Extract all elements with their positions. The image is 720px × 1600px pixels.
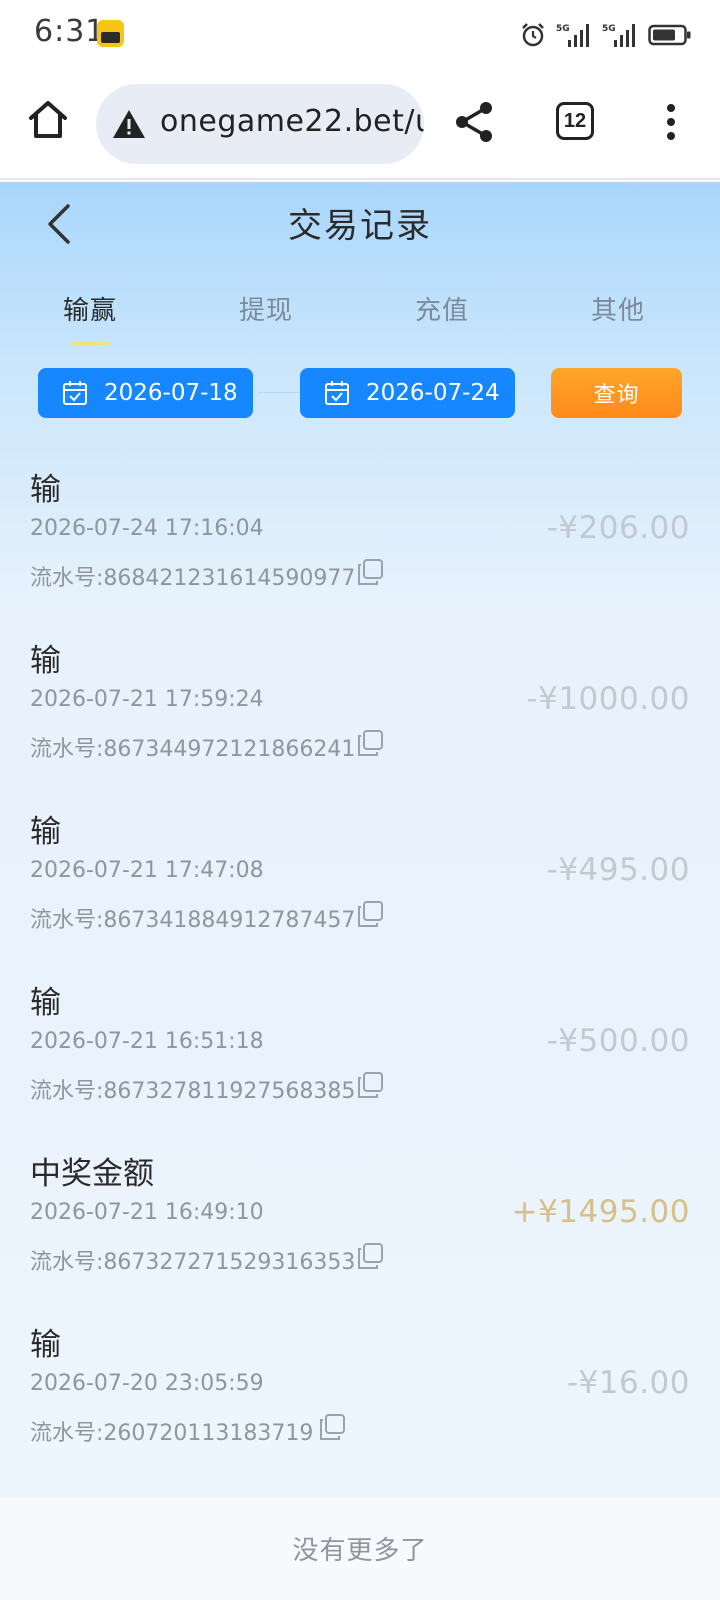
address-bar[interactable]: onegame22.bet/u	[96, 84, 424, 164]
transaction-page: 交易记录 输赢 提现 充值 其他 2026-07-18 2026-07-24 查…	[0, 182, 720, 1600]
record-type: 输	[30, 1327, 61, 1363]
copy-icon[interactable]	[356, 1242, 384, 1270]
record-serial: 流水号:260720113183719	[30, 1421, 314, 1446]
svg-text:5G: 5G	[602, 24, 616, 34]
share-icon[interactable]	[452, 100, 496, 144]
record-serial: 流水号:867327271529316353	[30, 1250, 356, 1275]
date-range-separator	[258, 392, 300, 393]
tab-deposit[interactable]: 充值	[382, 290, 502, 327]
calendar-icon	[63, 381, 87, 405]
end-date-text: 2026-07-24	[366, 380, 500, 406]
page-title: 交易记录	[288, 206, 432, 246]
copy-icon[interactable]	[356, 558, 384, 586]
tab-win-loss[interactable]: 输赢	[30, 290, 150, 327]
record-time: 2026-07-20 23:05:59	[30, 1371, 264, 1396]
record-time: 2026-07-21 16:49:10	[30, 1200, 264, 1225]
transaction-record: 输 2026-07-24 17:16:04 流水号:86842123161459…	[0, 444, 720, 618]
alarm-icon	[522, 23, 544, 47]
date-filter: 2026-07-18 2026-07-24 查询	[0, 368, 720, 420]
query-button[interactable]: 查询	[551, 368, 682, 418]
more-vertical-icon[interactable]	[656, 102, 686, 142]
transaction-record: 输 2026-07-21 17:47:08 流水号:86734188491278…	[0, 786, 720, 960]
record-amount: -¥495.00	[546, 852, 690, 888]
record-serial: 流水号:867327811927568385	[30, 1079, 356, 1104]
transaction-record: 中奖金额 2026-07-21 16:49:10 流水号:86732727152…	[0, 1128, 720, 1302]
record-amount: -¥16.00	[566, 1365, 690, 1401]
record-type: 输	[30, 472, 61, 508]
active-tab-indicator	[70, 342, 110, 345]
list-footer: 没有更多了	[0, 1498, 720, 1600]
signal-5g-icon: 5G	[556, 24, 589, 47]
home-icon[interactable]	[26, 98, 70, 142]
record-amount: -¥206.00	[546, 510, 690, 546]
record-time: 2026-07-21 17:59:24	[30, 687, 264, 712]
status-bar: 6:31 5G 5G	[0, 0, 720, 70]
url-text[interactable]: onegame22.bet/u	[160, 104, 424, 139]
signal-5g-icon: 5G	[602, 24, 635, 47]
record-type: 输	[30, 814, 61, 850]
tab-bar: 输赢 提现 充值 其他	[0, 270, 720, 354]
svg-text:5G: 5G	[556, 24, 570, 34]
transaction-record: 输 2026-07-21 17:59:24 流水号:86734497212186…	[0, 615, 720, 789]
record-time: 2026-07-21 17:47:08	[30, 858, 264, 883]
transaction-record: 输 2026-07-20 23:05:59 流水号:26072011318371…	[0, 1299, 720, 1473]
record-type: 输	[30, 643, 61, 679]
record-time: 2026-07-21 16:51:18	[30, 1029, 264, 1054]
status-icons: 5G 5G	[520, 20, 692, 50]
transaction-record: 输 2026-07-21 16:51:18 流水号:86732781192756…	[0, 957, 720, 1131]
no-more-text: 没有更多了	[292, 1536, 428, 1566]
notification-app-icon	[97, 20, 124, 47]
page-header: 交易记录	[0, 182, 720, 266]
start-date-button[interactable]: 2026-07-18	[38, 368, 253, 418]
end-date-button[interactable]: 2026-07-24	[300, 368, 515, 418]
record-serial: 流水号:867341884912787457	[30, 908, 356, 933]
copy-icon[interactable]	[318, 1413, 346, 1441]
record-serial: 流水号:867344972121866241	[30, 737, 356, 762]
record-amount: -¥500.00	[546, 1023, 690, 1059]
record-amount: -¥1000.00	[526, 681, 690, 717]
record-serial: 流水号:868421231614590977	[30, 566, 356, 591]
calendar-icon	[325, 381, 349, 405]
copy-icon[interactable]	[356, 729, 384, 757]
copy-icon[interactable]	[356, 900, 384, 928]
record-type: 中奖金额	[30, 1156, 154, 1192]
status-time: 6:31	[34, 14, 106, 49]
record-type: 输	[30, 985, 61, 1021]
tab-other[interactable]: 其他	[558, 290, 678, 327]
warning-icon[interactable]	[112, 108, 146, 140]
record-time: 2026-07-24 17:16:04	[30, 516, 264, 541]
copy-icon[interactable]	[356, 1071, 384, 1099]
battery-icon	[648, 24, 691, 46]
tab-switcher-button[interactable]: 12	[556, 102, 594, 140]
tab-withdraw[interactable]: 提现	[206, 290, 326, 327]
record-amount: +¥1495.00	[511, 1194, 690, 1230]
start-date-text: 2026-07-18	[104, 380, 238, 406]
screen: 6:31 5G 5G onegame22.bet/u 12 交易记录 输赢 提现…	[0, 0, 720, 1600]
browser-toolbar: onegame22.bet/u 12	[0, 70, 720, 180]
